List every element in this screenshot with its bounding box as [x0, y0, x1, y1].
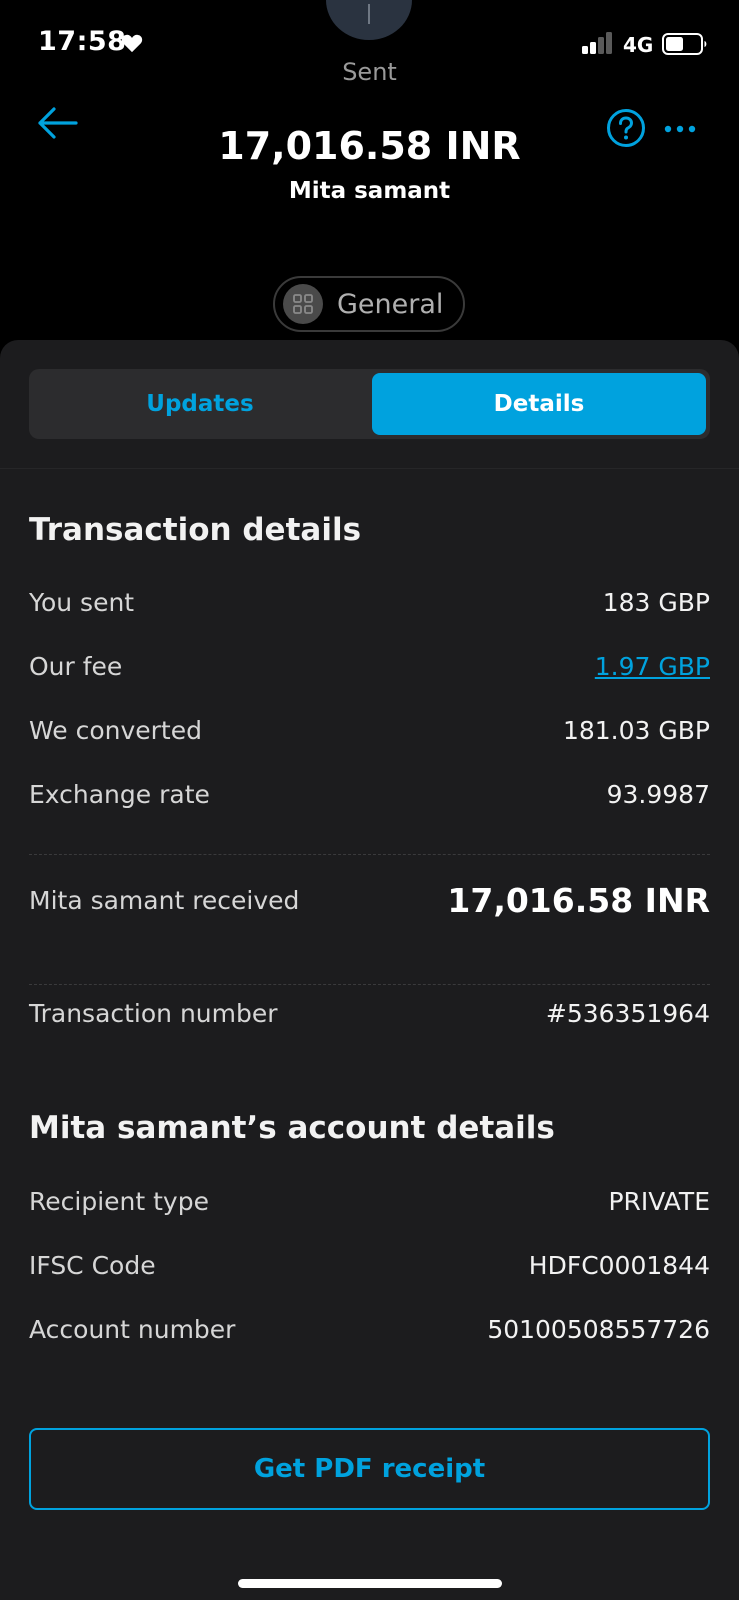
signal-icon: [582, 32, 616, 58]
tab-bar: Updates Details: [29, 369, 710, 439]
detail-row-ifsc: IFSC Code HDFC0001844: [29, 1245, 710, 1285]
row-label: Recipient type: [29, 1186, 209, 1216]
status-time: 17:58: [38, 26, 127, 57]
row-value: 183 GBP: [602, 587, 710, 617]
row-label: Our fee: [29, 651, 123, 681]
transaction-number: #536351964: [545, 998, 710, 1028]
transaction-details-title: Transaction details: [29, 512, 362, 548]
received-amount: 17,016.58 INR: [447, 880, 710, 920]
category-chip[interactable]: General: [273, 276, 465, 332]
row-label: We converted: [29, 715, 202, 745]
detail-row-transaction-number: Transaction number #536351964: [29, 993, 710, 1033]
detail-row-exchange-rate: Exchange rate 93.9987: [29, 774, 710, 814]
heart-icon: [121, 33, 143, 57]
get-pdf-receipt-button[interactable]: Get PDF receipt: [29, 1428, 710, 1510]
detail-row-received: Mita samant received 17,016.58 INR: [29, 880, 710, 920]
detail-row-our-fee: Our fee 1.97 GBP: [29, 646, 710, 686]
details-sheet: Updates Details Transaction details You …: [0, 340, 739, 1600]
grid-icon: [283, 284, 323, 324]
transfer-status-label: Sent: [342, 58, 397, 86]
divider: [0, 468, 739, 469]
detail-row-account-number: Account number 50100508557726: [29, 1309, 710, 1349]
dashed-divider: [29, 984, 710, 985]
detail-row-converted: We converted 181.03 GBP: [29, 710, 710, 750]
row-value: 93.9987: [606, 779, 710, 809]
recipient-name: Mita samant: [288, 178, 451, 204]
tab-updates[interactable]: Updates: [33, 373, 367, 435]
row-label: IFSC Code: [29, 1250, 156, 1280]
tab-details[interactable]: Details: [372, 373, 706, 435]
home-indicator[interactable]: [238, 1579, 502, 1588]
row-value: 181.03 GBP: [562, 715, 710, 745]
row-label: Transaction number: [29, 998, 278, 1028]
account-details-title: Mita samant’s account details: [29, 1110, 555, 1146]
row-label: Account number: [29, 1314, 236, 1344]
row-value: HDFC0001844: [528, 1250, 710, 1280]
transfer-amount: 17,016.58 INR: [218, 124, 521, 168]
row-value: 50100508557726: [487, 1314, 710, 1344]
row-label: You sent: [29, 587, 135, 617]
network-label: 4G: [623, 33, 654, 57]
row-label: Mita samant received: [29, 885, 300, 915]
fee-link[interactable]: 1.97 GBP: [595, 652, 710, 681]
dashed-divider: [29, 854, 710, 855]
detail-row-recipient-type: Recipient type PRIVATE: [29, 1181, 710, 1221]
detail-row-you-sent: You sent 183 GBP: [29, 582, 710, 622]
category-label: General: [337, 288, 444, 320]
battery-icon: [662, 33, 708, 59]
row-value: PRIVATE: [608, 1186, 710, 1216]
row-label: Exchange rate: [29, 779, 210, 809]
